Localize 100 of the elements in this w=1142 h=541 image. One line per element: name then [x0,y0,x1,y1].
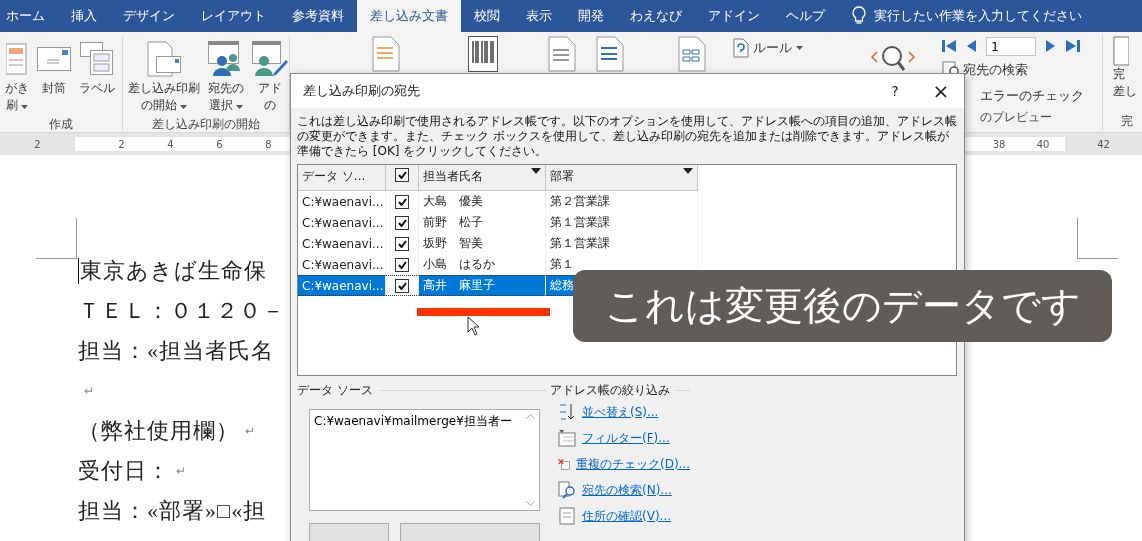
paragraph-mark: ↵ [84,383,95,399]
barcode-icon [468,36,498,72]
close-button[interactable]: × [918,74,964,108]
next-record-button[interactable] [1046,39,1056,53]
checkbox[interactable] [395,236,409,251]
caret-icon [21,105,28,109]
ribbon-tab[interactable]: わえなび [617,0,695,32]
check-icon [397,239,407,248]
checkbox[interactable] [395,194,409,209]
document-icon [548,36,576,72]
ribbon-button[interactable]: 差し込み印刷 の開始 [125,36,203,116]
document-icon [596,36,624,72]
ribbon-tab[interactable]: ホーム [0,0,58,32]
record-field[interactable]: 1 [986,36,1036,56]
scroll-down-icon [526,501,535,506]
paragraph-mark: ↵ [245,423,256,439]
checkbox[interactable] [395,215,409,230]
ribbon-button[interactable]: ラベル [76,36,118,99]
link[interactable]: 宛先の検索(N)... [582,481,672,499]
ribbon-button[interactable]: がき 刷 [2,36,32,116]
ribbon-button[interactable]: 宛先の 選択 [205,36,247,116]
ribbon-tab[interactable]: レイアウト [188,0,279,32]
ribbon-tab[interactable]: 挿入 [58,0,110,32]
caret-icon [236,105,243,109]
checkbox[interactable] [395,257,409,272]
ribbon-tab[interactable]: 開発 [565,0,617,32]
check-icon [397,197,407,206]
check-icon [397,260,407,269]
caret-icon [796,46,803,50]
ribbon-button[interactable]: 封筒 [34,36,74,99]
document-text: 受付日： [78,457,170,485]
ribbon-tab[interactable]: アドイン [695,0,773,32]
finish-button[interactable]: 完 差し [1113,36,1137,100]
ribbon-tab[interactable]: ヘルプ [773,0,838,32]
mouse-pointer-icon [467,316,481,336]
ribbon-tab[interactable]: 表示 [513,0,565,32]
first-record-icon [942,39,956,53]
ribbon-tab[interactable]: デザイン [110,0,188,32]
checkbox[interactable] [395,278,409,293]
dropdown-arrow-icon [531,168,541,174]
address-book-icon [558,507,576,525]
last-record-icon [1066,39,1080,53]
margin-mark [1077,218,1118,259]
column-header[interactable] [386,165,419,191]
caret-icon [180,105,187,109]
group-label: 作成 [48,116,74,133]
first-record-button[interactable] [942,39,956,53]
group-label: データ ソース [297,382,373,399]
group-label: 差し込み印刷の開始 [151,116,261,133]
next-icon [1046,39,1056,53]
text-cursor [78,258,79,284]
ribbon-tab[interactable]: 差し込み文書 [357,0,461,32]
group-label: のプレビュー [980,109,1052,126]
previous-record-button[interactable] [966,39,976,53]
document-icon [372,36,400,72]
documents-envelope-icon [147,41,181,77]
ribbon-tab[interactable]: 校閲 [461,0,513,32]
check-icon [397,171,407,179]
postcard-icon [6,42,28,76]
ribbon-button[interactable]: アド の [249,36,291,116]
tell-me-field[interactable]: 実行したい作業を入力してください [874,7,1082,25]
document-icon [1113,36,1129,66]
table-cell: C:¥waenavi... [298,275,386,296]
group-label: 完 [1121,113,1134,130]
dropdown-arrow-icon [683,168,693,174]
previous-icon [966,39,976,53]
envelope-icon [37,47,71,71]
link[interactable]: 重複のチェック(D)... [575,455,690,473]
link[interactable]: 並べ替え(S)... [582,403,659,421]
margin-mark [36,218,77,259]
lightbulb-icon [852,6,866,26]
help-button[interactable]: ? [872,74,918,108]
dialog-title: 差し込み印刷の宛先 [303,82,421,100]
labels-icon [80,42,114,76]
filter-icon [558,429,576,447]
search-icon [558,481,576,499]
link[interactable]: 住所の確認(V)... [582,507,671,525]
rules-button[interactable]: ルール [733,38,803,58]
document-text: （弊社使用欄） [78,417,239,445]
sort-icon [558,403,576,421]
scroll-up-icon [526,414,535,419]
ribbon-tab[interactable]: 参考資料 [279,0,357,32]
document-text: 東京あきば生命保 [80,257,267,285]
column-header[interactable]: 部署 [546,165,698,191]
last-record-button[interactable] [1066,39,1080,53]
column-header[interactable]: 担当者氏名 [419,165,546,191]
checkbox[interactable] [395,168,409,182]
data-source-list[interactable]: C:¥waenavi¥mailmerge¥担当者ー [309,409,540,511]
check-icon [397,218,407,227]
people-pencil-icon [252,41,288,77]
document-question-icon [733,38,749,58]
document-text: 担当：«担当者氏名 [78,337,274,365]
group-label: アドレス帳の絞り込み [550,382,670,399]
link[interactable]: フィルター(F)... [582,429,670,447]
table-document-icon [678,36,706,72]
table-cell: 高井 麻里子 [419,275,546,296]
column-header[interactable]: データ ソ... [298,165,386,191]
paragraph-mark: ↵ [176,463,187,479]
caption-text: これは変更後のデータです [573,270,1112,342]
document-text: ＴＥＬ：０１２０－ [78,297,285,325]
